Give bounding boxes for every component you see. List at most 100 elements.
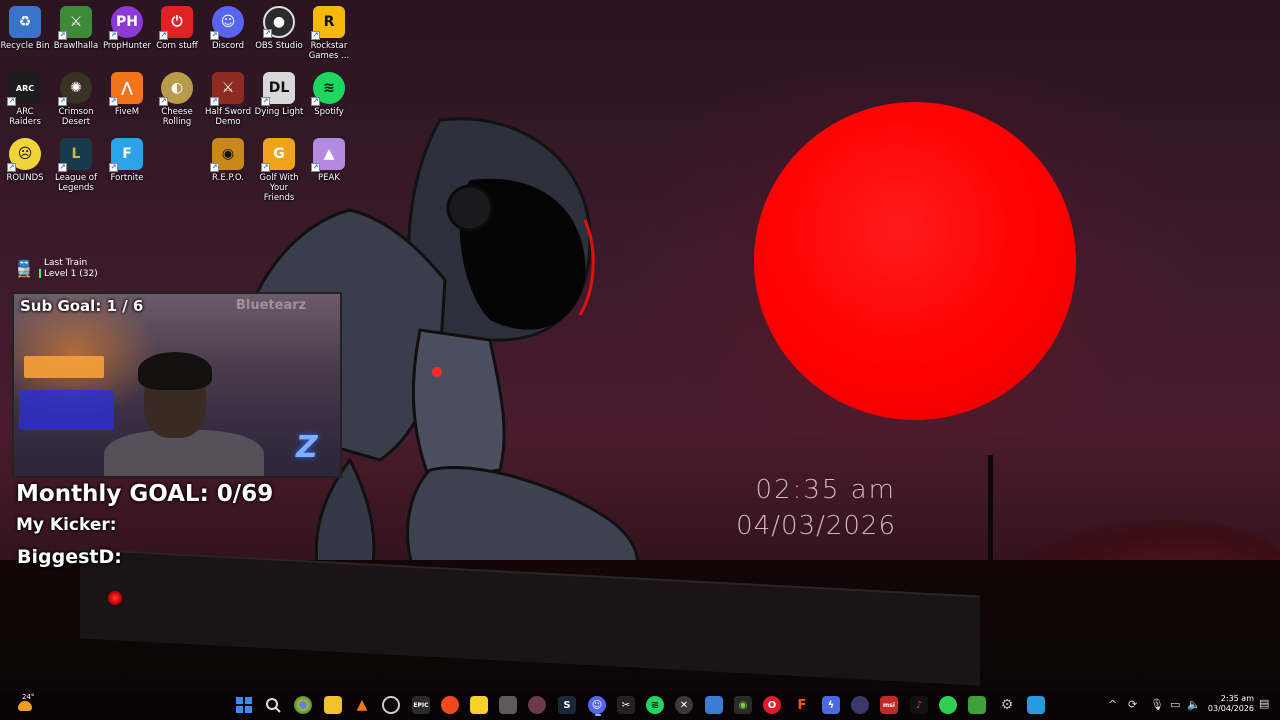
desktop-icon-label: OBS Studio — [255, 41, 303, 51]
desktop-icon-repo[interactable]: ◉ ↗ R.E.P.O. — [203, 138, 253, 183]
green-app-icon[interactable] — [968, 696, 986, 714]
desktop-icon-discord[interactable]: ☺ ↗ Discord — [203, 6, 253, 51]
level-bar — [39, 269, 41, 278]
network-icon[interactable]: ▭ — [1170, 698, 1180, 711]
tray-clock[interactable]: 2:35 am 03/04/2026 — [1206, 694, 1254, 714]
microphone-icon[interactable]: 🎙 — [1150, 698, 1164, 711]
sync-icon[interactable]: ⟳ — [1128, 698, 1137, 711]
rockstar-icon: R ↗ — [311, 6, 345, 40]
active-indicator — [595, 714, 601, 716]
desktop-icon-label: R.E.P.O. — [212, 173, 244, 183]
desktop-icon-label: PEAK — [318, 173, 340, 183]
half-sword-icon: ⚔ ↗ — [210, 72, 244, 106]
desktop-icon-prophunter[interactable]: PH ↗ PropHunter — [102, 6, 152, 51]
start-icon[interactable] — [235, 696, 253, 714]
my-kicker: My Kicker: — [16, 515, 117, 535]
desktop-icon-spotify[interactable]: ≋ ↗ Spotify — [304, 72, 354, 117]
cheese-rolling-icon: ◐ ↗ — [159, 72, 193, 106]
obs-icon[interactable] — [382, 696, 400, 714]
sticky-notes-icon[interactable] — [470, 696, 488, 714]
monthly-goal: Monthly GOAL: 0/69 — [16, 481, 274, 507]
desktop-icon-arc-raiders[interactable]: ARC ↗ ARC Raiders — [0, 72, 50, 127]
desktop-icon-label: Golf With Your Friends — [259, 173, 299, 203]
brave-icon[interactable] — [441, 696, 459, 714]
desktop-icon-fortnite[interactable]: F ↗ Fortnite — [102, 138, 152, 183]
desktop-icon-rockstar[interactable]: R ↗ Rockstar Games ... — [304, 6, 354, 61]
streamer-hair — [138, 352, 212, 390]
wallpaper-red-light — [108, 591, 122, 605]
desktop-icon-cheese-rolling[interactable]: ◐ ↗ Cheese Rolling — [152, 72, 202, 127]
lightning-app-icon[interactable]: ϟ — [822, 696, 840, 714]
desktop-icon-league[interactable]: L ↗ League of Legends — [51, 138, 101, 193]
pinned-game-icon[interactable] — [528, 696, 546, 714]
desktop-icon-corn-stuff[interactable]: ⏻ ↗ Corn stuff — [152, 6, 202, 51]
steam-icon[interactable]: S — [558, 696, 576, 714]
train-icon: 🚆 — [14, 259, 34, 278]
tray-date: 03/04/2026 — [1207, 704, 1254, 713]
desktop-icon-rounds[interactable]: ☹ ↗ ROUNDS — [0, 138, 50, 183]
biggest-donor: BiggestD: — [17, 546, 122, 568]
brawlhalla-icon: ⚔ ↗ — [58, 6, 92, 40]
volume-icon[interactable]: 🔈 — [1187, 698, 1201, 711]
desktop-icon-half-sword[interactable]: ⚔ ↗ Half Sword Demo — [203, 72, 253, 127]
golf-icon: G ↗ — [261, 138, 295, 172]
paint-icon[interactable] — [1027, 696, 1045, 714]
spotify-icon: ≋ ↗ — [311, 72, 345, 106]
desktop-icon-fivem[interactable]: ⋀ ↗ FiveM — [102, 72, 152, 117]
file-explorer-icon[interactable] — [324, 696, 342, 714]
stream-watermark: Bluetearz — [236, 298, 307, 313]
tiktok-icon[interactable]: ♪ — [910, 696, 928, 714]
xbox-icon[interactable]: ✕ — [675, 696, 693, 714]
nvidia-icon[interactable]: ◉ — [734, 696, 752, 714]
notification-icon[interactable]: ▤ — [1259, 697, 1269, 710]
chrome-icon[interactable] — [294, 696, 312, 714]
faceit-icon[interactable]: F — [793, 696, 811, 714]
capcut-icon[interactable]: ✂ — [617, 696, 635, 714]
desktop-icon-label: Spotify — [314, 107, 344, 117]
webcam-shelf-blue — [19, 390, 114, 430]
photos-icon[interactable] — [705, 696, 723, 714]
obs-icon: ● ↗ — [263, 6, 295, 38]
last-train-widget[interactable]: 🚆 Last Train Level 1 (32) — [14, 258, 124, 282]
desktop-icon-crimson-desert[interactable]: ✺ ↗ Crimson Desert — [51, 72, 101, 127]
desktop-icon-label: Corn stuff — [156, 41, 198, 51]
taskbar — [0, 690, 1280, 720]
desktop-icon-label: Cheese Rolling — [161, 107, 193, 127]
desktop-icon-brawlhalla[interactable]: ⚔ ↗ Brawlhalla — [51, 6, 101, 51]
opera-gx-icon[interactable]: O — [763, 696, 781, 714]
msi-icon[interactable]: msi — [880, 696, 898, 714]
settings-dial-icon[interactable] — [851, 696, 869, 714]
weather-widget[interactable]: 24° — [14, 693, 36, 715]
desktop-icon-label: Recycle Bin — [0, 41, 50, 51]
desktop-icon-obs-studio[interactable]: ● ↗ OBS Studio — [254, 6, 304, 51]
desktop-icon-recycle-bin[interactable]: ♻ Recycle Bin — [0, 6, 50, 51]
vlc-icon[interactable]: ▲ — [353, 696, 371, 714]
chevron-up-icon[interactable]: ^ — [1108, 698, 1117, 711]
fortnite-icon: F ↗ — [109, 138, 143, 172]
desktop-icon-label: Discord — [212, 41, 244, 51]
rounds-icon: ☹ ↗ — [7, 138, 41, 172]
streamer — [104, 352, 264, 476]
webcam-shelf-light — [24, 356, 104, 378]
last-train-title: Last Train — [44, 258, 88, 268]
desktop-icon-dying-light[interactable]: DL ↗ Dying Light — [254, 72, 304, 117]
discord-taskbar-icon[interactable]: ☺ — [588, 696, 606, 714]
snipping-tool-icon[interactable] — [499, 696, 517, 714]
wallpaper-clock: 02:35 am 04/03/2026 — [736, 474, 896, 546]
desktop-icon-label: Half Sword Demo — [205, 107, 251, 127]
peak-icon: ▲ ↗ — [311, 138, 345, 172]
tray-time: 2:35 am — [1220, 694, 1254, 703]
desktop-icon-label: Rockstar Games ... — [308, 41, 350, 61]
league-icon: L ↗ — [58, 138, 92, 172]
settings-icon[interactable]: ⚙ — [998, 696, 1016, 714]
epic-games-icon[interactable]: EPIC — [412, 696, 430, 714]
power-icon: ⏻ ↗ — [159, 6, 193, 40]
spotify-taskbar-icon[interactable]: ≋ — [646, 696, 664, 714]
desktop-icon-peak[interactable]: ▲ ↗ PEAK — [304, 138, 354, 183]
webcam-feed: Bluetearz Z — [12, 292, 342, 478]
search-icon[interactable] — [264, 696, 282, 714]
chat-icon[interactable] — [939, 696, 957, 714]
weather-icon — [18, 701, 32, 711]
desktop-icon-label: PropHunter — [102, 41, 152, 51]
desktop-icon-golf[interactable]: G ↗ Golf With Your Friends — [254, 138, 304, 203]
